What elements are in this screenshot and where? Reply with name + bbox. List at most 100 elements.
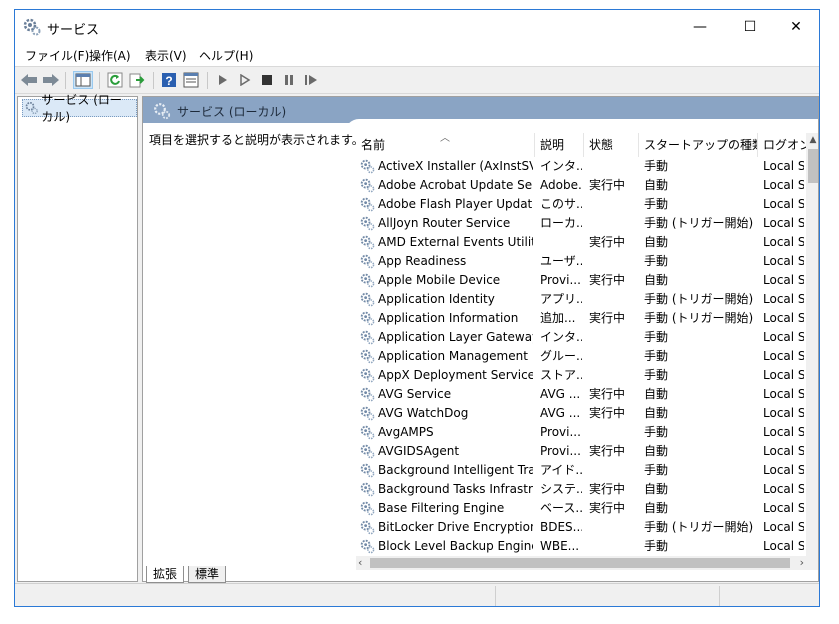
cell-desc: Provi... [540, 444, 581, 458]
maximize-button[interactable]: ☐ [727, 10, 773, 44]
table-row[interactable]: AVGIDSAgent Provi... 実行中 自動 Local S [356, 442, 806, 461]
cell-desc: AVG ... [540, 406, 581, 420]
gear-icon [360, 539, 375, 554]
table-row[interactable]: AVG WatchDog AVG ... 実行中 自動 Local S [356, 404, 806, 423]
table-row[interactable]: AMD External Events Utility 実行中 自動 Local S [356, 233, 806, 252]
menu-help[interactable]: ヘルプ(H) [197, 47, 255, 64]
cell-name: AMD External Events Utility [378, 235, 533, 249]
column-header-logon[interactable]: ログオン [758, 133, 806, 157]
cell-startup: 自動 [644, 482, 669, 496]
forward-icon [43, 74, 59, 86]
start-service-button[interactable] [213, 71, 233, 89]
gear-icon [360, 463, 375, 478]
scroll-corner [806, 556, 818, 570]
table-row[interactable]: AVG Service AVG ... 実行中 自動 Local S [356, 385, 806, 404]
cell-name: App Readiness [378, 254, 467, 268]
cell-startup: 自動 [644, 273, 669, 287]
gear-icon [360, 501, 375, 516]
column-header-name[interactable]: ︿ 名前 [356, 133, 535, 157]
cell-desc: グルー... [540, 349, 582, 363]
menu-file[interactable]: ファイル(F) [23, 47, 91, 64]
cell-logon: Local S [763, 368, 804, 382]
cell-desc: アイド... [540, 463, 582, 477]
forward-button[interactable] [41, 71, 61, 89]
cell-name: AvgAMPS [378, 425, 434, 439]
table-row[interactable]: Application Management グルー... 手動 Local S [356, 347, 806, 366]
table-row[interactable]: Adobe Acrobat Update Serv... Adobe... 実行中 自… [356, 176, 806, 195]
tree-item-services-local[interactable]: サービス (ローカル) [22, 93, 137, 124]
properties-button[interactable] [181, 71, 201, 89]
cell-desc: ベース... [540, 501, 582, 515]
gear-icon [360, 197, 375, 212]
services-window: サービス — ☐ ✕ ファイル(F) 操作(A) 表示(V) ヘルプ(H) ? [14, 9, 820, 607]
title-bar[interactable]: サービス — ☐ ✕ [15, 10, 819, 44]
back-button[interactable] [19, 71, 39, 89]
pause-service-button[interactable] [279, 71, 299, 89]
list-header: ︿ 名前 説明 状態 スタートアップの種類 ログオン [356, 133, 806, 157]
cell-status: 実行中 [589, 482, 626, 496]
cell-name: AppX Deployment Service (... [378, 368, 533, 382]
menu-action[interactable]: 操作(A) [87, 47, 133, 64]
table-row[interactable]: Application Identity アプリ... 手動 (トリガー開始) Loc… [356, 290, 806, 309]
table-row[interactable]: Application Information 追加... 実行中 手動 (トリガー開… [356, 309, 806, 328]
gear-icon [360, 292, 375, 307]
table-row[interactable]: BitLocker Drive Encryption ... BDES... 手動 … [356, 518, 806, 537]
scroll-up-icon[interactable]: ▲ [806, 133, 818, 147]
table-row[interactable]: Block Level Backup Engine ... WBE... 手動 Loc… [356, 537, 806, 556]
table-row[interactable]: Adobe Flash Player Update ... このサ... 手動 Loc… [356, 195, 806, 214]
show-tree-button[interactable] [73, 71, 93, 89]
tab-extended[interactable]: 拡張 [146, 566, 185, 583]
table-row[interactable]: AllJoyn Router Service ローカ... 手動 (トリガー開始) L… [356, 214, 806, 233]
cell-startup: 自動 [644, 178, 669, 192]
status-bar [15, 583, 819, 606]
column-header-description[interactable]: 説明 [535, 133, 584, 157]
help-button[interactable]: ? [159, 71, 179, 89]
cell-name: Block Level Backup Engine ... [378, 539, 533, 553]
start-service-alt-button[interactable] [235, 71, 255, 89]
gear-icon [360, 273, 375, 288]
cell-name: Application Information [378, 311, 519, 325]
table-row[interactable]: Application Layer Gateway ... インタ... 手動 Loc… [356, 328, 806, 347]
column-header-startup-type[interactable]: スタートアップの種類 [639, 133, 758, 157]
refresh-button[interactable] [105, 71, 125, 89]
cell-desc: ユーザ... [540, 254, 582, 268]
stop-service-button[interactable] [257, 71, 277, 89]
cell-startup: 自動 [644, 501, 669, 515]
close-button[interactable]: ✕ [773, 10, 819, 44]
cell-status [589, 157, 637, 176]
cell-desc: ストア... [540, 368, 582, 382]
tab-standard[interactable]: 標準 [188, 566, 227, 583]
cell-startup: 手動 [644, 197, 669, 211]
table-row[interactable]: Apple Mobile Device Provi... 実行中 自動 Local S [356, 271, 806, 290]
menu-bar: ファイル(F) 操作(A) 表示(V) ヘルプ(H) [15, 44, 819, 66]
column-header-status[interactable]: 状態 [584, 133, 639, 157]
cell-desc: インタ... [540, 159, 582, 173]
cell-startup: 手動 [644, 254, 669, 268]
cell-desc: 追加... [540, 311, 576, 325]
table-row[interactable]: AppX Deployment Service (... ストア... 手動 Loca… [356, 366, 806, 385]
cell-logon: Local S [763, 330, 804, 344]
minimize-button[interactable]: — [677, 10, 723, 44]
table-row[interactable]: App Readiness ユーザ... 手動 Local S [356, 252, 806, 271]
cell-startup: 手動 [644, 463, 669, 477]
cell-status: 実行中 [589, 178, 626, 192]
cell-name: Base Filtering Engine [378, 501, 505, 515]
description-text: 項目を選択すると説明が表示されます。 [149, 133, 364, 147]
gear-icon [360, 349, 375, 364]
menu-view[interactable]: 表示(V) [143, 47, 189, 64]
restart-service-button[interactable] [301, 71, 321, 89]
cell-name: Application Management [378, 349, 528, 363]
table-row[interactable]: ActiveX Installer (AxInstSV) インタ... 手動 Loca… [356, 157, 806, 176]
stop-icon [262, 75, 272, 85]
table-row[interactable]: Background Intelligent Tran... アイド... 手動 Lo… [356, 461, 806, 480]
scroll-right-icon[interactable]: › [800, 556, 804, 569]
table-row[interactable]: Base Filtering Engine ベース... 実行中 自動 Local S [356, 499, 806, 518]
cell-name: Adobe Flash Player Update ... [378, 197, 533, 211]
table-row[interactable]: AvgAMPS Provi... 手動 Local S [356, 423, 806, 442]
export-button[interactable] [127, 71, 147, 89]
cell-logon: Local S [763, 501, 804, 515]
cell-startup: 手動 (トリガー開始) [644, 292, 754, 306]
vertical-scroll-thumb[interactable] [808, 149, 818, 183]
vertical-scrollbar[interactable]: ▲ [806, 133, 818, 556]
table-row[interactable]: Background Tasks Infrastruc... システ... 実行中 自… [356, 480, 806, 499]
